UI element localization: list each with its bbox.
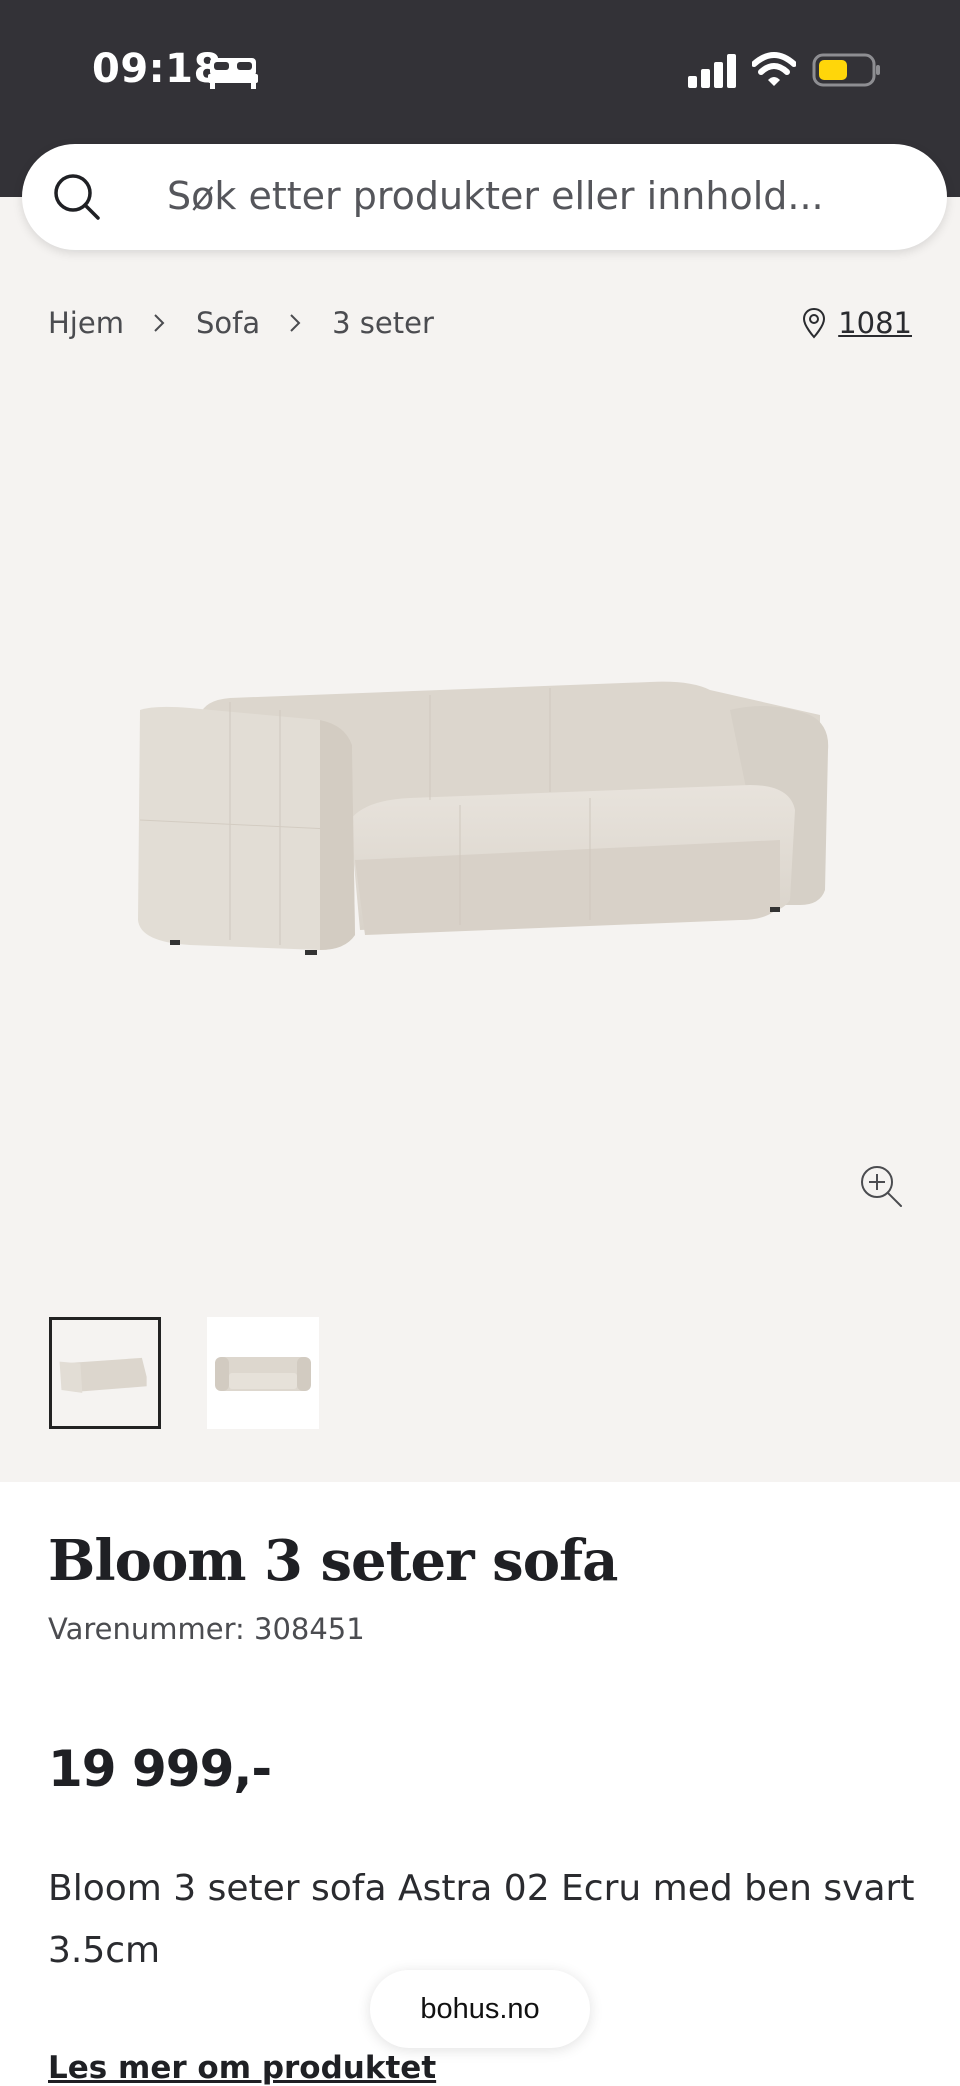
chevron-right-icon [154, 314, 165, 332]
store-number[interactable]: 1081 [838, 306, 912, 340]
browser-url-pill[interactable]: bohus.no [370, 1970, 590, 2048]
breadcrumb-item-3-seter[interactable]: 3 seter [332, 306, 434, 340]
zoom-in-icon[interactable] [858, 1163, 904, 1209]
breadcrumb: Hjem Sofa 3 seter [48, 300, 434, 346]
thumbnail-1[interactable] [49, 1317, 161, 1429]
product-description: Bloom 3 seter sofa Astra 02 Ecru med ben… [48, 1868, 915, 1971]
store-selector[interactable]: 1081 [802, 300, 912, 346]
breadcrumb-item-hjem[interactable]: Hjem [48, 306, 124, 340]
wifi-icon [752, 52, 796, 86]
product-image[interactable] [130, 670, 830, 1000]
location-pin-icon [803, 307, 826, 339]
status-time: 09:18 [92, 46, 222, 92]
bed-icon [208, 58, 258, 89]
chevron-right-icon [290, 314, 301, 332]
product-sku: Varenummer: 308451 [48, 1612, 365, 1646]
product-title: Bloom 3 seter sofa [48, 1528, 618, 1594]
battery-icon [812, 53, 880, 87]
breadcrumb-item-sofa[interactable]: Sofa [196, 306, 260, 340]
thumbnail-2[interactable] [207, 1317, 319, 1429]
browser-url-text: bohus.no [420, 1992, 540, 2025]
search-icon [54, 174, 100, 220]
search-bar[interactable] [22, 144, 947, 250]
product-price: 19 999,- [48, 1740, 272, 1798]
search-input[interactable] [167, 166, 907, 226]
cellular-signal-icon [688, 54, 736, 88]
